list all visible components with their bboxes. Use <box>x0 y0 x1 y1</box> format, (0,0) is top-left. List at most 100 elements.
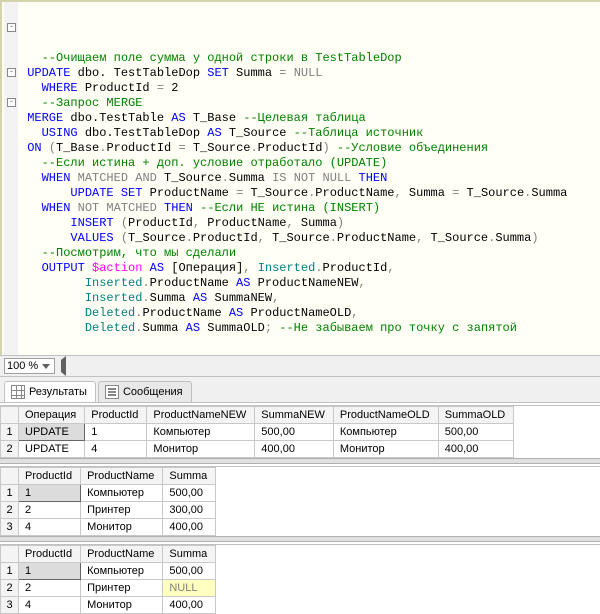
cell[interactable]: 1 <box>85 424 147 441</box>
zoom-combo[interactable]: 100 % <box>4 358 55 374</box>
cell[interactable]: UPDATE <box>19 441 85 458</box>
cell[interactable]: 400,00 <box>255 441 334 458</box>
cell[interactable]: Компьютер <box>147 424 255 441</box>
outline-collapse-icon[interactable]: - <box>7 98 16 107</box>
table-row[interactable]: 34Монитор400,00 <box>1 597 216 614</box>
cell[interactable]: 1 <box>19 563 81 580</box>
code-line[interactable]: --Запрос MERGE <box>20 96 596 111</box>
cell[interactable]: 500,00 <box>163 485 216 502</box>
column-header[interactable]: Summa <box>163 546 216 563</box>
cell[interactable]: 300,00 <box>163 502 216 519</box>
code-line[interactable]: OUTPUT $action AS [Операция], Inserted.P… <box>20 261 596 276</box>
outline-gutter: - - - <box>4 2 18 355</box>
cell[interactable]: 400,00 <box>163 597 216 614</box>
code-line[interactable]: WHEN MATCHED AND T_Source.Summa IS NOT N… <box>20 171 596 186</box>
grid-splitter[interactable] <box>0 458 600 464</box>
column-header[interactable]: ProductId <box>19 468 81 485</box>
row-number[interactable]: 3 <box>1 519 19 536</box>
row-number[interactable]: 2 <box>1 502 19 519</box>
cell[interactable]: Монитор <box>147 441 255 458</box>
column-header[interactable]: ProductId <box>85 407 147 424</box>
results-grid-2[interactable]: ProductIdProductNameSumma11Компьютер500,… <box>0 466 600 536</box>
grid-splitter[interactable] <box>0 536 600 542</box>
table-row[interactable]: 11Компьютер500,00 <box>1 563 216 580</box>
code-line[interactable]: WHEN NOT MATCHED THEN --Если НЕ истина (… <box>20 201 596 216</box>
cell[interactable]: 500,00 <box>163 563 216 580</box>
table-row[interactable]: 1UPDATE1Компьютер500,00Компьютер500,00 <box>1 424 514 441</box>
cell[interactable]: Монитор <box>81 597 163 614</box>
grid-icon <box>11 385 25 399</box>
code-line[interactable]: --Посмотрим, что мы сделали <box>20 246 596 261</box>
row-header-corner[interactable] <box>1 407 19 424</box>
code-line[interactable]: VALUES (T_Source.ProductId, T_Source.Pro… <box>20 231 596 246</box>
row-number[interactable]: 2 <box>1 580 19 597</box>
results-grid-1[interactable]: ОперацияProductIdProductNameNEWSummaNEWP… <box>0 405 600 458</box>
column-header[interactable]: Summa <box>163 468 216 485</box>
cell[interactable]: Монитор <box>81 519 163 536</box>
column-header[interactable]: ProductName <box>81 468 163 485</box>
tab-results[interactable]: Результаты <box>4 381 96 402</box>
sql-editor[interactable]: - - - --Очищаем поле сумма у одной строки … <box>0 0 600 355</box>
row-header-corner[interactable] <box>1 468 19 485</box>
column-header[interactable]: SummaNEW <box>255 407 334 424</box>
tab-results-label: Результаты <box>29 386 87 398</box>
code-line[interactable]: --Если истина + доп. условие отработало … <box>20 156 596 171</box>
code-line[interactable]: Inserted.Summa AS SummaNEW, <box>20 291 596 306</box>
chevron-down-icon <box>40 360 52 372</box>
zoom-value: 100 % <box>7 360 38 372</box>
code-line[interactable]: Inserted.ProductName AS ProductNameNEW, <box>20 276 596 291</box>
cell[interactable]: 4 <box>19 597 81 614</box>
row-number[interactable]: 1 <box>1 563 19 580</box>
cell[interactable]: 4 <box>85 441 147 458</box>
cell[interactable]: 2 <box>19 502 81 519</box>
code-line[interactable]: --Очищаем поле сумма у одной строки в Te… <box>20 51 596 66</box>
outline-collapse-icon[interactable]: - <box>7 68 16 77</box>
column-header[interactable]: ProductId <box>19 546 81 563</box>
cell[interactable]: 1 <box>19 485 81 502</box>
column-header[interactable]: ProductNameNEW <box>147 407 255 424</box>
nav-left-icon[interactable] <box>61 360 66 372</box>
cell[interactable]: Принтер <box>81 502 163 519</box>
table-row[interactable]: 22Принтер300,00 <box>1 502 216 519</box>
code-line[interactable]: Deleted.ProductName AS ProductNameOLD, <box>20 306 596 321</box>
cell[interactable]: Компьютер <box>333 424 438 441</box>
results-grid-3[interactable]: ProductIdProductNameSumma11Компьютер500,… <box>0 544 600 614</box>
column-header[interactable]: ProductName <box>81 546 163 563</box>
code-line[interactable]: INSERT (ProductId, ProductName, Summa) <box>20 216 596 231</box>
cell[interactable]: 500,00 <box>255 424 334 441</box>
cell[interactable]: 4 <box>19 519 81 536</box>
column-header[interactable]: Операция <box>19 407 85 424</box>
column-header[interactable]: ProductNameOLD <box>333 407 438 424</box>
table-row[interactable]: 22ПринтерNULL <box>1 580 216 597</box>
row-number[interactable]: 1 <box>1 424 19 441</box>
code-line[interactable]: UPDATE SET ProductName = T_Source.Produc… <box>20 186 596 201</box>
row-number[interactable]: 2 <box>1 441 19 458</box>
tab-messages-label: Сообщения <box>123 386 183 398</box>
code-line[interactable]: ON (T_Base.ProductId = T_Source.ProductI… <box>20 141 596 156</box>
code-line[interactable]: USING dbo.TestTableDop AS T_Source --Таб… <box>20 126 596 141</box>
row-number[interactable]: 1 <box>1 485 19 502</box>
table-row[interactable]: 2UPDATE4Монитор400,00Монитор400,00 <box>1 441 514 458</box>
cell[interactable]: 2 <box>19 580 81 597</box>
code-line[interactable]: UPDATE dbo. TestTableDop SET Summa = NUL… <box>20 66 596 81</box>
cell[interactable]: Монитор <box>333 441 438 458</box>
row-number[interactable]: 3 <box>1 597 19 614</box>
code-line[interactable]: WHERE ProductId = 2 <box>20 81 596 96</box>
table-row[interactable]: 34Монитор400,00 <box>1 519 216 536</box>
column-header[interactable]: SummaOLD <box>438 407 514 424</box>
cell[interactable]: Компьютер <box>81 485 163 502</box>
cell[interactable]: Принтер <box>81 580 163 597</box>
code-line[interactable]: MERGE dbo.TestTable AS T_Base --Целевая … <box>20 111 596 126</box>
cell[interactable]: Компьютер <box>81 563 163 580</box>
cell[interactable]: 400,00 <box>438 441 514 458</box>
zoom-bar: 100 % <box>0 355 600 377</box>
tab-messages[interactable]: Сообщения <box>98 381 192 402</box>
row-header-corner[interactable] <box>1 546 19 563</box>
code-line[interactable]: Deleted.Summa AS SummaOLD; --Не забываем… <box>20 321 596 336</box>
cell[interactable]: 400,00 <box>163 519 216 536</box>
cell[interactable]: UPDATE <box>19 424 85 441</box>
table-row[interactable]: 11Компьютер500,00 <box>1 485 216 502</box>
outline-collapse-icon[interactable]: - <box>7 23 16 32</box>
cell[interactable]: NULL <box>163 580 216 597</box>
cell[interactable]: 500,00 <box>438 424 514 441</box>
